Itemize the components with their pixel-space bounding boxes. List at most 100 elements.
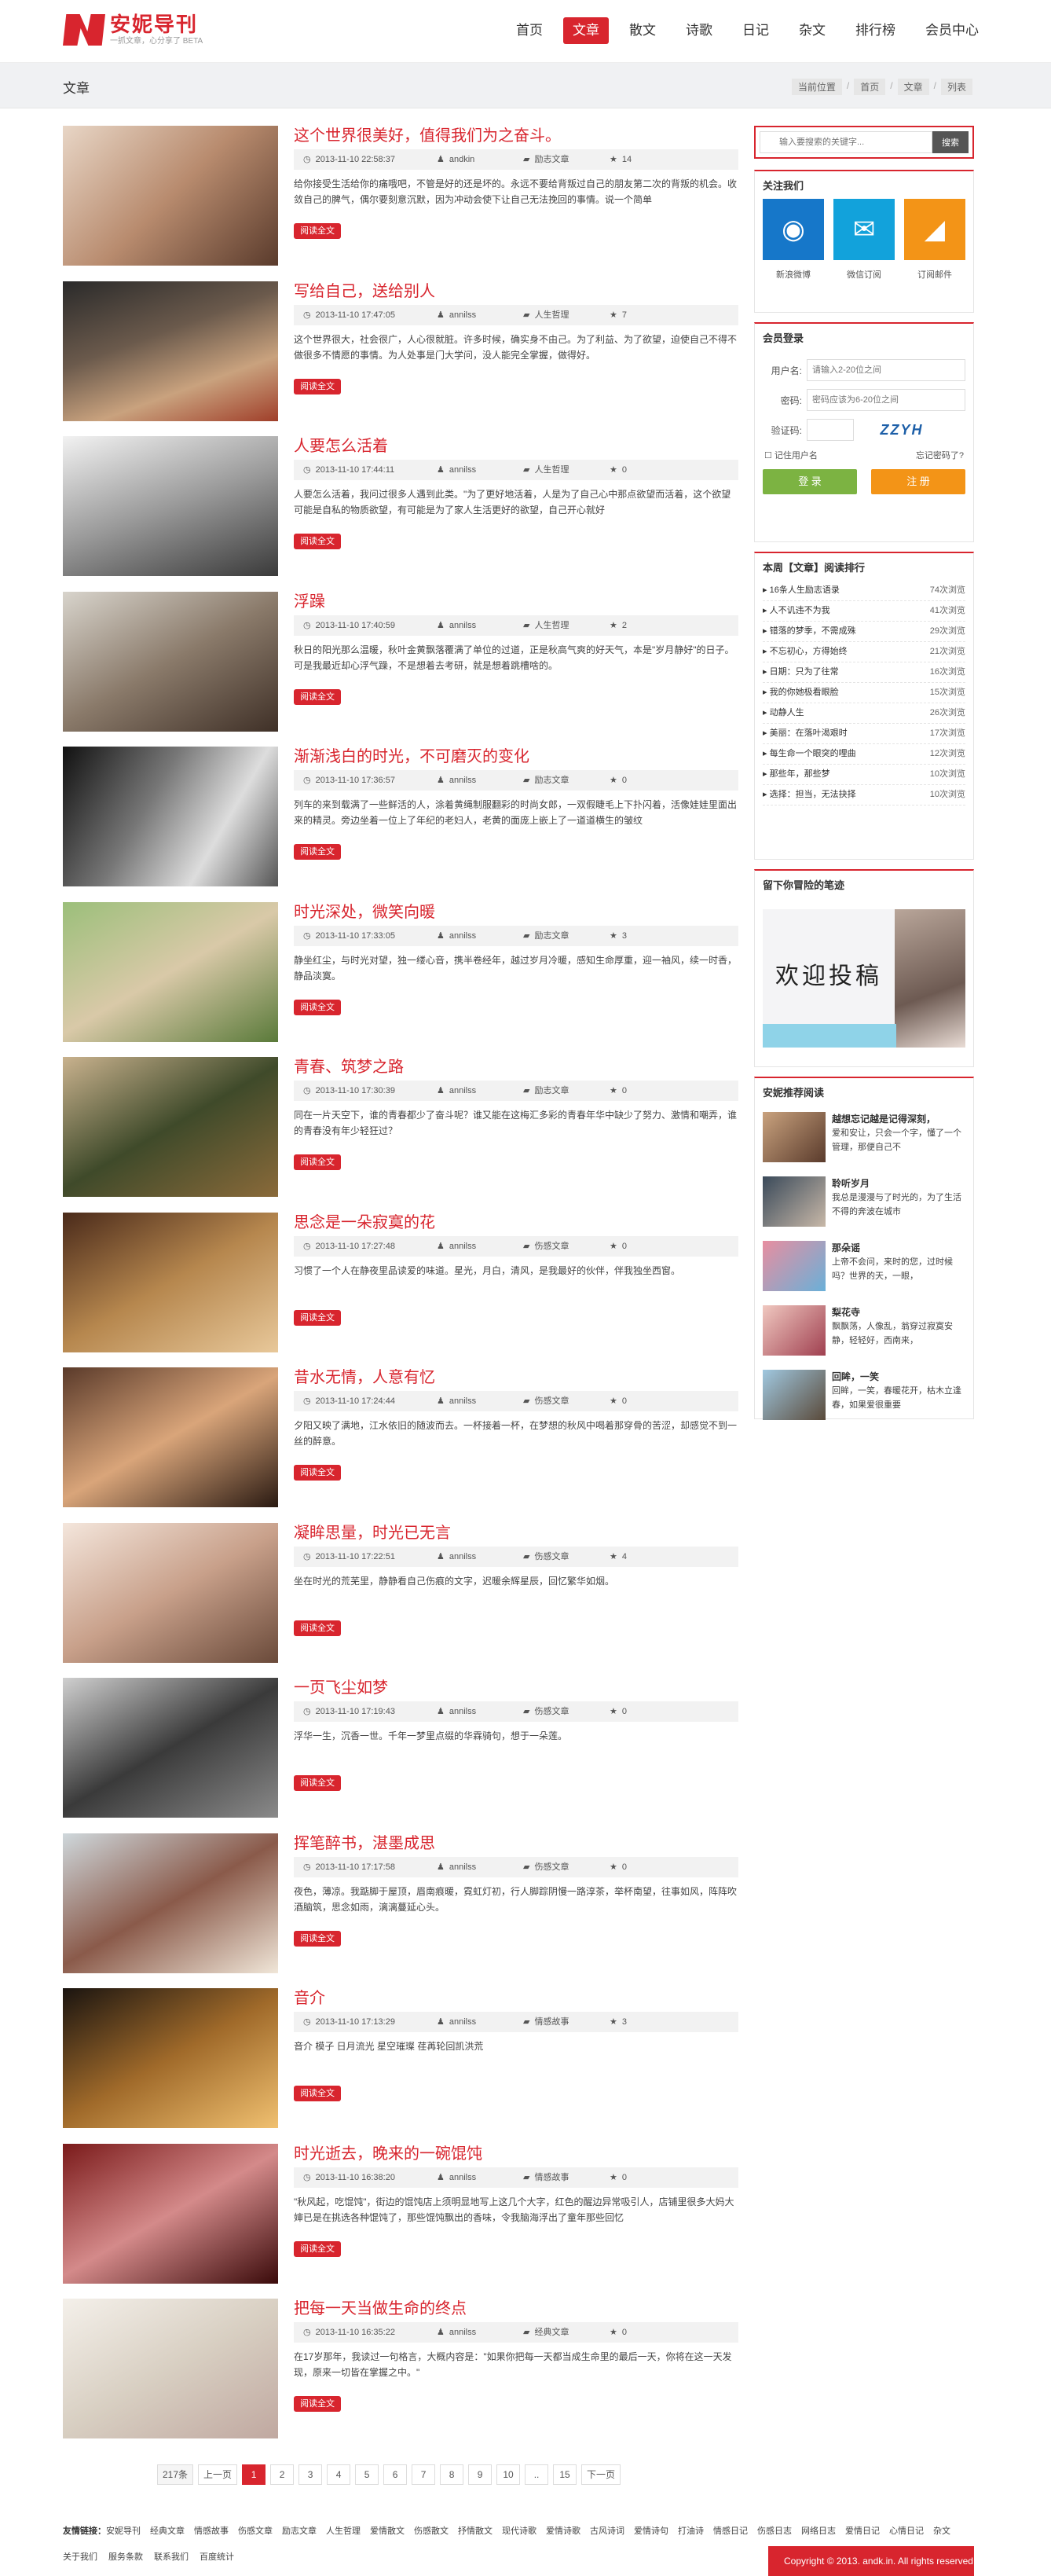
site-logo[interactable]: 安妮导刊 一抓文章，心分享了 BETA [63,13,203,47]
post-category-text[interactable]: 人生哲理 [529,460,569,480]
read-more-button[interactable]: 阅读全文 [294,2086,341,2101]
read-more-button[interactable]: 阅读全文 [294,223,341,239]
post-author-text[interactable]: andkin [445,149,474,170]
post-title[interactable]: 一页飞尘如梦 [294,1678,738,1701]
post-title[interactable]: 思念是一朵寂寞的花 [294,1213,738,1236]
post-category-text[interactable]: 伤感文章 [529,1236,569,1257]
pager-page[interactable]: 5 [355,2464,379,2485]
friend-link[interactable]: 爱情日记 [845,2526,880,2536]
nav-item-1[interactable]: 文章 [563,17,609,44]
post-category-text[interactable]: 情感故事 [529,2167,569,2188]
read-more-button[interactable]: 阅读全文 [294,688,341,705]
post-title[interactable]: 写给自己，送给别人 [294,281,738,305]
nav-item-3[interactable]: 诗歌 [676,17,722,44]
post-thumbnail[interactable] [63,1522,278,1663]
username-field[interactable] [807,359,965,381]
pager-page[interactable]: 7 [412,2464,436,2485]
rank-item[interactable]: ▸ 动静人生 26次浏览 [763,703,965,724]
post-author-text[interactable]: annilss [445,2167,476,2188]
follow-item[interactable]: ◢ 订阅邮件 [904,199,965,281]
post-author-text[interactable]: annilss [445,460,476,480]
login-button[interactable]: 登 录 [763,469,857,494]
recommend-title[interactable]: 回眸，一笑 [832,1370,965,1384]
follow-item[interactable]: ✉ 微信订阅 [833,199,895,281]
password-field[interactable] [807,389,965,411]
post-author-text[interactable]: annilss [445,926,476,946]
post-category-text[interactable]: 励志文章 [529,1081,569,1101]
register-button[interactable]: 注 册 [871,469,965,494]
post-thumbnail[interactable] [63,1367,278,1507]
post-thumbnail[interactable] [63,591,278,732]
recommend-item[interactable]: 回眸，一笑 回眸，一笑，春暖花开，枯木立逢春，如果爱很重要 [755,1363,973,1428]
recommend-item[interactable]: 那朵谣 上帝不会问，来时的您，过时候吗？世界的天，一眼， [755,1235,973,1299]
pager-page[interactable]: 10 [496,2464,521,2485]
friend-link[interactable]: 人生哲理 [326,2526,361,2536]
rank-item[interactable]: ▸ 美丽：在落叶渴艰时 17次浏览 [763,724,965,744]
post-category-text[interactable]: 励志文章 [529,770,569,791]
recommend-title[interactable]: 那朵谣 [832,1241,965,1255]
read-more-button[interactable]: 阅读全文 [294,999,341,1015]
read-more-button[interactable]: 阅读全文 [294,1465,341,1481]
read-more-button[interactable]: 阅读全文 [294,844,341,860]
post-thumbnail[interactable] [63,1678,278,1818]
captcha-field[interactable] [807,419,854,441]
friend-link[interactable]: 杂文 [933,2526,950,2536]
read-more-button[interactable]: 阅读全文 [294,2240,341,2257]
friend-link[interactable]: 爱情散文 [370,2526,405,2536]
post-category-text[interactable]: 人生哲理 [529,615,569,636]
post-author-text[interactable]: annilss [445,1701,476,1722]
guestbook-banner[interactable]: 欢迎投稿 [763,909,965,1048]
post-author-text[interactable]: annilss [445,1081,476,1101]
read-more-button[interactable]: 阅读全文 [294,534,341,549]
rank-item[interactable]: ▸ 日期：只为了往常 16次浏览 [763,662,965,683]
post-title[interactable]: 时光深处，微笑向暖 [294,902,738,926]
forgot-password-link[interactable]: 忘记密码了? [916,449,964,461]
footer-link[interactable]: 关于我们 [63,2552,97,2562]
captcha-image[interactable]: ZZYH [859,419,945,441]
pager-page[interactable]: 2 [270,2464,295,2485]
nav-item-7[interactable]: 会员中心 [916,17,988,44]
post-author-text[interactable]: annilss [445,1547,476,1567]
post-category-text[interactable]: 人生哲理 [529,305,569,325]
friend-link[interactable]: 心情日记 [889,2526,924,2536]
read-more-button[interactable]: 阅读全文 [294,1154,341,1170]
post-category-text[interactable]: 伤感文章 [529,1701,569,1722]
read-more-button[interactable]: 阅读全文 [294,1309,341,1326]
post-category-text[interactable]: 励志文章 [529,926,569,946]
pager-page[interactable]: 1 [242,2464,266,2485]
post-thumbnail[interactable] [63,436,278,576]
pager-page[interactable]: 3 [298,2464,323,2485]
nav-item-4[interactable]: 日记 [733,17,778,44]
nav-item-0[interactable]: 首页 [507,17,552,44]
recommend-item[interactable]: 越想忘记越是记得深刻， 爱和安让，只会一个字，懂了一个管理，那便自己不 [755,1106,973,1170]
post-title[interactable]: 音介 [294,1988,738,2012]
post-category-text[interactable]: 经典文章 [529,2322,569,2343]
post-thumbnail[interactable] [63,2299,278,2438]
post-title[interactable]: 人要怎么活着 [294,436,738,460]
post-title[interactable]: 挥笔醉书，湛墨成思 [294,1833,738,1857]
friend-link[interactable]: 情感日记 [713,2526,748,2536]
friend-link[interactable]: 抒情散文 [458,2526,493,2536]
post-thumbnail[interactable] [63,747,278,886]
friend-link[interactable]: 爱情诗歌 [546,2526,580,2536]
post-thumbnail[interactable] [63,1833,278,1973]
pager-page[interactable]: 6 [383,2464,408,2485]
friend-link[interactable]: 励志文章 [282,2526,317,2536]
follow-item[interactable]: ◉ 新浪微博 [763,199,824,281]
post-title[interactable]: 时光逝去，晚来的一碗馄饨 [294,2144,738,2167]
friend-link[interactable]: 安妮导刊 [106,2526,141,2536]
post-author-text[interactable]: annilss [445,2322,476,2343]
rank-item[interactable]: ▸ 每生命一个眼突的哩曲 12次浏览 [763,744,965,765]
post-title[interactable]: 昔水无情，人意有忆 [294,1367,738,1391]
breadcrumb-item[interactable]: 文章 [897,79,929,95]
read-more-button[interactable]: 阅读全文 [294,2396,341,2412]
pager-page[interactable]: 9 [468,2464,493,2485]
friend-link[interactable]: 情感故事 [194,2526,229,2536]
friend-link[interactable]: 打油诗 [678,2526,704,2536]
friend-link[interactable]: 古风诗词 [590,2526,624,2536]
post-author-text[interactable]: annilss [445,305,476,325]
post-category-text[interactable]: 伤感文章 [529,1391,569,1411]
friend-link[interactable]: 经典文章 [150,2526,185,2536]
post-author-text[interactable]: annilss [445,1391,476,1411]
post-title[interactable]: 把每一天当做生命的终点 [294,2299,738,2322]
